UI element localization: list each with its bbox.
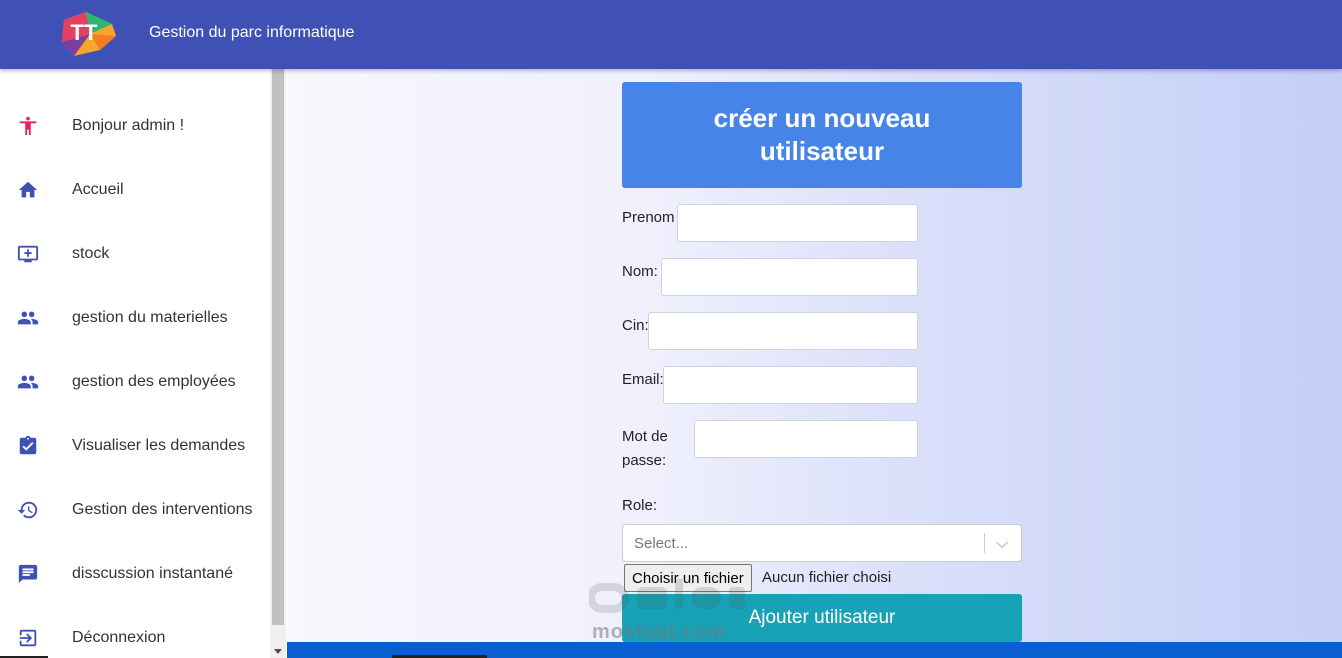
top-app-bar: TT Gestion du parc informatique [0,0,1342,69]
main-content: créer un nouveau utilisateur Prenom Nom:… [287,69,1342,658]
sidebar-item-label: Déconnexion [72,629,166,646]
nom-input[interactable] [661,258,918,296]
people-icon [16,306,40,330]
cin-label: Cin: [622,317,649,334]
app-title: Gestion du parc informatique [149,24,355,41]
sidebar-item-label: gestion du materielles [72,309,228,326]
sidebar-item-stock[interactable]: stock [0,222,270,286]
sidebar-item-label: Accueil [72,181,124,198]
password-input[interactable] [694,420,918,458]
sidebar-item-discussion[interactable]: disscussion instantané [0,542,270,606]
cin-input[interactable] [648,312,918,350]
sidebar-item-employees[interactable]: gestion des employées [0,350,270,414]
sidebar-item-label: Bonjour admin ! [72,117,185,134]
sidebar: Bonjour admin ! Accueil stock gestion du… [0,69,286,658]
role-label: Role: [622,497,658,514]
svg-text:TT: TT [71,20,98,45]
sidebar-item-demandes[interactable]: Visualiser les demandes [0,414,270,478]
person-icon [16,114,40,138]
sidebar-item-materielles[interactable]: gestion du materielles [0,286,270,350]
history-icon [16,498,40,522]
sidebar-item-greeting[interactable]: Bonjour admin ! [0,94,270,158]
people-icon [16,370,40,394]
sidebar-item-label: disscussion instantané [72,565,233,582]
sidebar-item-accueil[interactable]: Accueil [0,158,270,222]
select-separator [984,533,985,553]
sidebar-item-label: stock [72,245,110,262]
sidebar-item-label: Visualiser les demandes [72,437,246,454]
home-icon [16,178,40,202]
role-select-placeholder: Select... [634,535,689,552]
sidebar-item-interventions[interactable]: Gestion des interventions [0,478,270,542]
bottom-bar [287,642,1342,658]
prenom-label: Prenom [622,209,675,226]
watermark-logo [587,573,749,628]
sidebar-scrollbar[interactable] [270,69,286,658]
nom-label: Nom: [622,263,658,280]
sidebar-item-label: Gestion des interventions [72,501,253,518]
file-status-text: Aucun fichier choisi [762,569,892,586]
email-label: Email: [622,371,664,388]
password-label: Mot de passe: [622,428,668,469]
email-input[interactable] [663,366,918,404]
prenom-input[interactable] [677,204,918,242]
chevron-down-icon[interactable] [993,535,1011,553]
clipboard-check-icon [16,434,40,458]
sidebar-item-label: gestion des employées [72,373,236,390]
app-logo[interactable]: TT [60,10,118,58]
form-title: créer un nouveau utilisateur [622,82,1022,188]
sidebar-item-deconnexion[interactable]: Déconnexion [0,606,270,658]
role-select[interactable]: Select... [622,524,1022,562]
watermark-text: mostaql.com [592,621,727,643]
scroll-down-arrow-icon[interactable] [274,649,282,654]
logout-icon [16,626,40,650]
monitor-add-icon [16,242,40,266]
scrollbar-thumb[interactable] [272,69,284,625]
chat-icon [16,562,40,586]
